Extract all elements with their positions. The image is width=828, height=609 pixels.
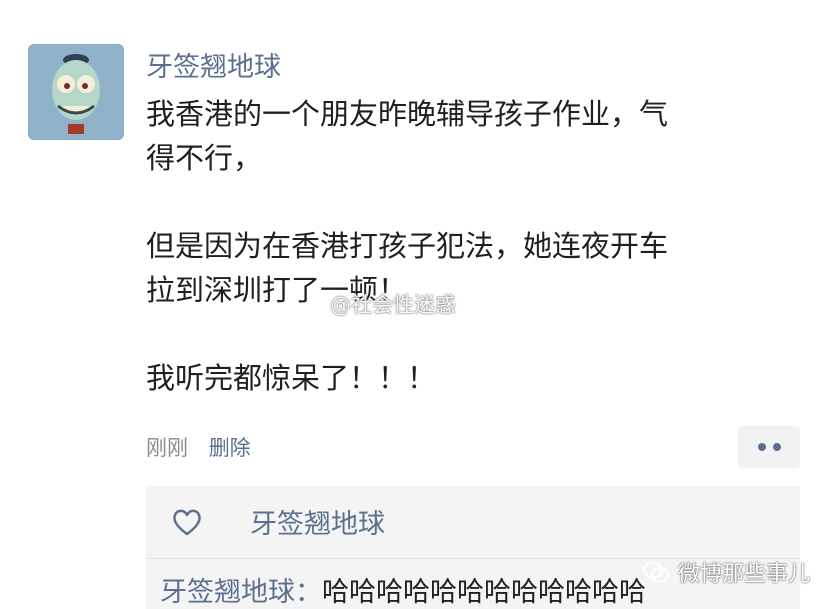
weibo-watermark: @社会性迷惑 <box>330 293 456 317</box>
comment-text: 哈哈哈哈哈哈哈哈哈哈哈哈 <box>322 577 646 608</box>
post-meta: 刚刚 删除 <box>146 432 265 462</box>
more-dots-icon <box>757 443 781 451</box>
post-timestamp: 刚刚 <box>146 436 188 460</box>
post-line: 但是因为在香港打孩子犯法，她连夜开车 <box>146 229 669 263</box>
post-line: 我听完都惊呆了！！！ <box>146 361 437 395</box>
comment-author[interactable]: 牙签翘地球： <box>160 577 322 608</box>
post-author-name[interactable]: 牙签翘地球 <box>146 50 281 86</box>
brand-watermark: 微博那些事儿 <box>642 556 810 588</box>
post-body: 我香港的一个朋友昨晚辅导孩子作业，气 得不行， 但是因为在香港打孩子犯法，她连夜… <box>146 92 786 400</box>
delete-button[interactable]: 删除 <box>209 436 251 460</box>
comment-item: 牙签翘地球：哈哈哈哈哈哈哈哈哈哈哈哈 <box>160 570 646 609</box>
likes-row: 牙签翘地球 <box>146 486 800 559</box>
heart-icon <box>173 509 201 536</box>
post-line: 我香港的一个朋友昨晚辅导孩子作业，气 <box>146 97 669 131</box>
post-line: 得不行， <box>146 141 263 175</box>
interaction-panel: 牙签翘地球 牙签翘地球：哈哈哈哈哈哈哈哈哈哈哈哈 <box>146 486 800 609</box>
more-options-button[interactable] <box>738 426 800 468</box>
like-user-name[interactable]: 牙签翘地球 <box>250 502 385 541</box>
wechat-icon <box>643 561 669 583</box>
squidward-avatar-icon <box>28 44 124 140</box>
brand-watermark-text: 微博那些事儿 <box>678 562 811 587</box>
avatar[interactable] <box>28 44 124 140</box>
post-line: 拉到深圳打了一顿！ <box>146 273 408 307</box>
